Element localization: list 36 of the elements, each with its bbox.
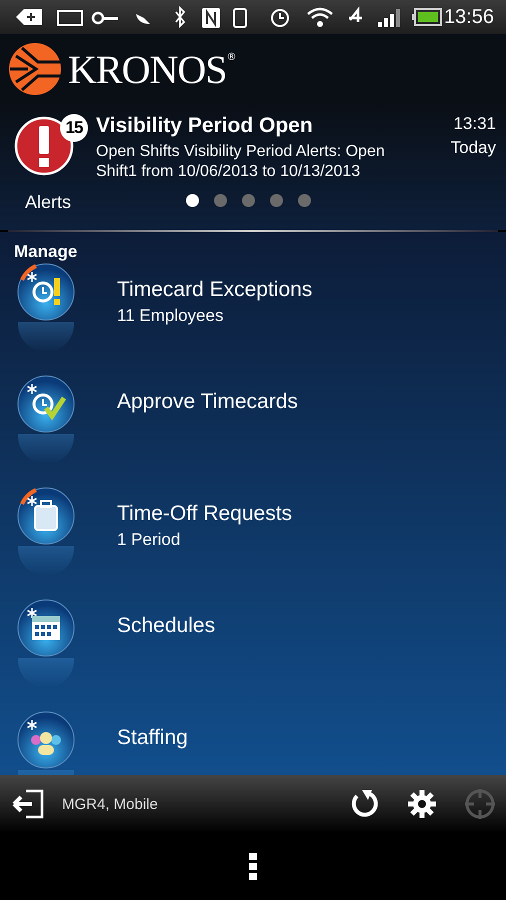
menu-item-title[interactable]: Staffing xyxy=(117,726,188,750)
icon-reflection xyxy=(18,322,74,352)
alert-day: Today xyxy=(450,136,496,160)
menu-item-title[interactable]: Approve Timecards xyxy=(117,390,298,414)
timeoff-icon[interactable] xyxy=(16,486,76,546)
menu-item-subtitle: 1 Period xyxy=(117,530,182,550)
approve-icon[interactable] xyxy=(16,374,76,434)
logo-icon xyxy=(8,42,62,96)
menu-item-title[interactable]: Time-Off Requests xyxy=(117,502,292,526)
page-dot[interactable] xyxy=(242,194,255,207)
icon-reflection xyxy=(18,434,74,464)
status-time: 13:56 xyxy=(444,6,494,28)
menu-item-title[interactable]: Timecard Exceptions xyxy=(117,278,312,302)
user-name: MGR4, Mobile xyxy=(62,796,158,812)
alert-time: 13:31 xyxy=(453,113,496,135)
alert-count-badge: 15 xyxy=(60,114,88,142)
menu-icon[interactable] xyxy=(249,852,257,880)
section-heading: Manage xyxy=(14,242,78,262)
alert-message: Open Shifts Visibility Period Alerts: Open Shift1 from 10/06/2013 to 10/13/2013 xyxy=(96,142,386,182)
staffing-icon[interactable] xyxy=(16,710,76,770)
battery-icon xyxy=(412,8,442,26)
registered-mark: ® xyxy=(226,52,236,63)
icon-reflection xyxy=(18,546,74,576)
alert-title[interactable]: Visibility Period Open xyxy=(96,114,416,138)
alerts-label[interactable]: Alerts xyxy=(24,192,71,213)
page-dot[interactable] xyxy=(270,194,283,207)
menu-item-subtitle: 11 Employees xyxy=(117,306,224,326)
settings-icon[interactable] xyxy=(406,788,438,820)
exceptions-icon[interactable] xyxy=(16,262,76,322)
menu-item-title[interactable]: Schedules xyxy=(117,614,216,638)
logo-text: KRONOS xyxy=(68,46,226,92)
page-dot[interactable] xyxy=(214,194,227,207)
page-dot[interactable] xyxy=(298,194,311,207)
logout-icon[interactable] xyxy=(12,789,46,819)
schedules-icon[interactable] xyxy=(16,598,76,658)
page-dot[interactable] xyxy=(186,194,199,207)
